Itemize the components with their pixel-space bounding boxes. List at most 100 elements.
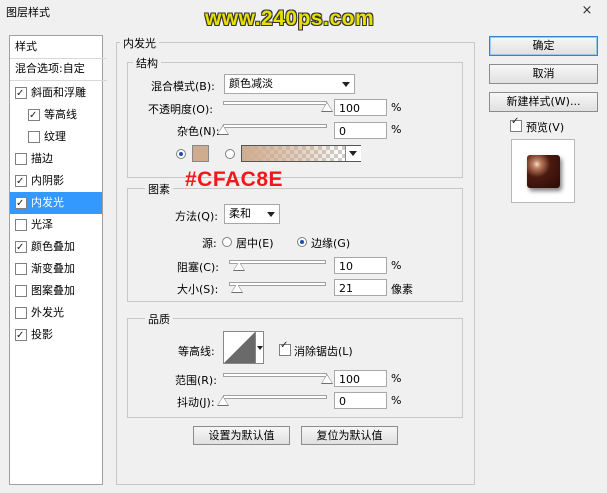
sidebar-checkbox-satin[interactable]	[15, 219, 27, 231]
quality-title: 品质	[145, 311, 173, 327]
source-edge-radio[interactable]	[297, 237, 307, 247]
sidebar-checkbox-inner-glow[interactable]	[15, 193, 27, 215]
blend-mode-value: 颜色减淡	[229, 77, 273, 90]
sidebar-item-texture[interactable]: 纹理	[10, 126, 102, 148]
antialias-label[interactable]: 消除锯齿(L)	[294, 343, 353, 359]
sidebar-item-contour[interactable]: 等高线	[10, 104, 102, 127]
blending-options-item[interactable]: 混合选项:自定	[10, 58, 107, 81]
sidebar-item-satin[interactable]: 光泽	[10, 214, 102, 236]
range-slider-thumb[interactable]	[321, 374, 333, 384]
opacity-slider-thumb[interactable]	[321, 102, 333, 112]
noise-input[interactable]: 0	[334, 122, 387, 139]
source-center-label[interactable]: 居中(E)	[236, 235, 274, 251]
noise-label: 杂色(N):	[177, 125, 220, 138]
range-slider[interactable]	[223, 373, 327, 377]
sidebar-item-outer-glow[interactable]: 外发光	[10, 302, 102, 324]
sidebar-item-stroke[interactable]: 描边	[10, 148, 102, 170]
range-label: 范围(R):	[175, 374, 217, 387]
cancel-button[interactable]: 取消	[489, 64, 598, 84]
jitter-unit: %	[391, 394, 402, 407]
preview-checkbox[interactable]	[510, 116, 522, 132]
sidebar-item-label: 图案叠加	[31, 284, 75, 297]
close-icon[interactable]: ×	[576, 2, 598, 20]
structure-title: 结构	[133, 55, 161, 71]
sidebar-item-label: 内阴影	[31, 174, 64, 187]
noise-slider[interactable]	[223, 124, 327, 128]
range-input[interactable]: 100	[334, 370, 387, 387]
sidebar-checkbox-stroke[interactable]	[15, 153, 27, 165]
choke-label: 阻塞(C):	[177, 261, 219, 274]
blending-options-label: 混合选项:自定	[15, 62, 85, 75]
preview-swatch	[527, 155, 560, 188]
opacity-input[interactable]: 100	[334, 99, 387, 116]
glow-color-swatch[interactable]	[192, 145, 209, 162]
contour-picker[interactable]	[223, 331, 256, 364]
gradient-radio[interactable]	[225, 149, 235, 159]
sidebar-item-label: 等高线	[44, 108, 77, 121]
sidebar-checkbox-outer-glow[interactable]	[15, 307, 27, 319]
sidebar-item-label: 描边	[31, 152, 53, 165]
sidebar-item-pattern-overlay[interactable]: 图案叠加	[10, 280, 102, 302]
new-style-button[interactable]: 新建样式(W)...	[489, 92, 598, 112]
chevron-down-icon	[349, 151, 357, 156]
jitter-slider[interactable]	[223, 395, 327, 399]
sidebar-checkbox-pattern-overlay[interactable]	[15, 285, 27, 297]
sidebar-checkbox-texture[interactable]	[28, 131, 40, 143]
chevron-down-icon	[342, 82, 350, 87]
sidebar-item-inner-glow[interactable]: 内发光	[10, 192, 102, 215]
method-label: 方法(Q):	[175, 210, 218, 223]
inner-glow-title: 内发光	[120, 35, 159, 51]
preview-label[interactable]: 预览(V)	[526, 119, 564, 135]
sidebar-checkbox-gradient-overlay[interactable]	[15, 263, 27, 275]
jitter-input[interactable]: 0	[334, 392, 387, 409]
jitter-label: 抖动(J):	[177, 396, 215, 409]
contour-preview-icon	[224, 332, 255, 363]
elements-title: 图素	[145, 181, 173, 197]
sidebar-item-label: 渐变叠加	[31, 262, 75, 275]
ok-button[interactable]: 确定	[489, 36, 598, 56]
source-center-radio[interactable]	[222, 237, 232, 247]
sidebar-item-color-overlay[interactable]: 颜色叠加	[10, 236, 102, 259]
source-edge-label[interactable]: 边缘(G)	[311, 235, 350, 251]
noise-slider-thumb[interactable]	[217, 125, 229, 135]
size-input[interactable]: 21	[334, 279, 387, 296]
sidebar-checkbox-contour[interactable]	[28, 105, 40, 127]
solid-color-radio[interactable]	[176, 149, 186, 159]
method-select[interactable]: 柔和	[224, 204, 280, 224]
sidebar-item-gradient-overlay[interactable]: 渐变叠加	[10, 258, 102, 280]
reset-default-button[interactable]: 复位为默认值	[301, 426, 398, 445]
sidebar-item-bevel-emboss[interactable]: 斜面和浮雕	[10, 82, 102, 105]
chevron-down-icon	[267, 212, 275, 217]
style-preview	[511, 139, 575, 203]
choke-input[interactable]: 10	[334, 257, 387, 274]
contour-dropdown[interactable]	[256, 331, 264, 364]
styles-header-label: 样式	[15, 40, 37, 53]
contour-label: 等高线:	[178, 345, 215, 358]
watermark: www.240ps.com	[205, 7, 375, 30]
opacity-unit: %	[391, 101, 402, 114]
sidebar-item-label: 光泽	[31, 218, 53, 231]
sidebar-checkbox-inner-shadow[interactable]	[15, 171, 27, 193]
choke-slider-thumb[interactable]	[232, 261, 245, 271]
sidebar-item-drop-shadow[interactable]: 投影	[10, 324, 102, 347]
size-label: 大小(S):	[177, 283, 219, 296]
gradient-picker[interactable]	[241, 145, 361, 162]
set-default-button[interactable]: 设置为默认值	[193, 426, 290, 445]
size-unit: 像素	[391, 283, 413, 296]
size-slider[interactable]	[229, 282, 326, 286]
source-label: 源:	[202, 237, 217, 250]
antialias-checkbox[interactable]	[279, 340, 291, 356]
blend-mode-select[interactable]: 颜色减淡	[224, 74, 355, 94]
sidebar-checkbox-bevel-emboss[interactable]	[15, 83, 27, 105]
sidebar-checkbox-color-overlay[interactable]	[15, 237, 27, 259]
styles-header[interactable]: 样式	[10, 36, 107, 59]
window-title: 图层样式	[6, 6, 50, 19]
sidebar-item-label: 投影	[31, 328, 53, 341]
opacity-slider[interactable]	[223, 101, 327, 105]
size-slider-thumb[interactable]	[231, 283, 244, 293]
sidebar-item-inner-shadow[interactable]: 内阴影	[10, 170, 102, 193]
jitter-slider-thumb[interactable]	[217, 396, 229, 406]
choke-unit: %	[391, 259, 402, 272]
gradient-dropdown[interactable]	[345, 146, 361, 161]
sidebar-checkbox-drop-shadow[interactable]	[15, 325, 27, 347]
